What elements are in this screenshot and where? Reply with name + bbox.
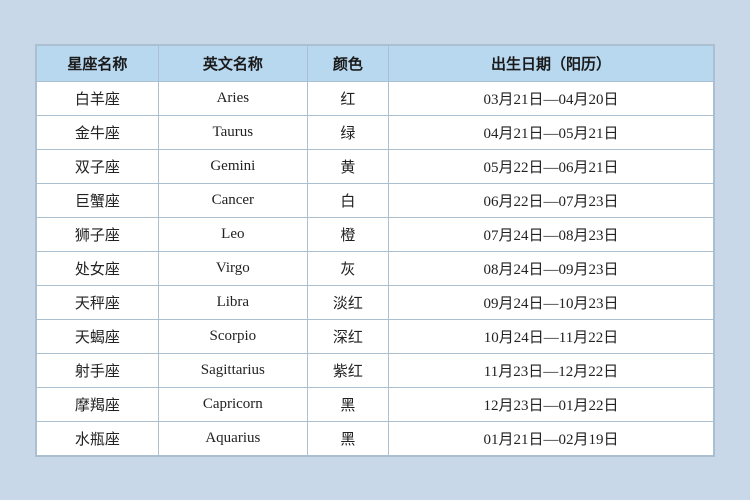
cell-en: Scorpio — [158, 319, 307, 353]
cell-date: 04月21日—05月21日 — [389, 115, 714, 149]
cell-zh: 金牛座 — [37, 115, 159, 149]
cell-zh: 天蝎座 — [37, 319, 159, 353]
table-row: 双子座Gemini黄05月22日—06月21日 — [37, 149, 714, 183]
cell-zh: 狮子座 — [37, 217, 159, 251]
cell-color: 黄 — [307, 149, 388, 183]
cell-date: 05月22日—06月21日 — [389, 149, 714, 183]
cell-color: 白 — [307, 183, 388, 217]
cell-date: 09月24日—10月23日 — [389, 285, 714, 319]
cell-en: Leo — [158, 217, 307, 251]
cell-zh: 处女座 — [37, 251, 159, 285]
cell-color: 黑 — [307, 387, 388, 421]
cell-color: 红 — [307, 81, 388, 115]
cell-date: 10月24日—11月22日 — [389, 319, 714, 353]
header-date: 出生日期（阳历） — [389, 45, 714, 81]
cell-zh: 摩羯座 — [37, 387, 159, 421]
cell-color: 深红 — [307, 319, 388, 353]
table-row: 巨蟹座Cancer白06月22日—07月23日 — [37, 183, 714, 217]
cell-zh: 白羊座 — [37, 81, 159, 115]
zodiac-table-container: 星座名称 英文名称 颜色 出生日期（阳历） 白羊座Aries红03月21日—04… — [35, 44, 715, 457]
cell-en: Gemini — [158, 149, 307, 183]
table-row: 水瓶座Aquarius黑01月21日—02月19日 — [37, 421, 714, 455]
cell-date: 12月23日—01月22日 — [389, 387, 714, 421]
cell-date: 11月23日—12月22日 — [389, 353, 714, 387]
cell-date: 07月24日—08月23日 — [389, 217, 714, 251]
header-en: 英文名称 — [158, 45, 307, 81]
table-row: 金牛座Taurus绿04月21日—05月21日 — [37, 115, 714, 149]
cell-en: Sagittarius — [158, 353, 307, 387]
cell-color: 紫红 — [307, 353, 388, 387]
header-color: 颜色 — [307, 45, 388, 81]
zodiac-table: 星座名称 英文名称 颜色 出生日期（阳历） 白羊座Aries红03月21日—04… — [36, 45, 714, 456]
cell-zh: 水瓶座 — [37, 421, 159, 455]
cell-date: 01月21日—02月19日 — [389, 421, 714, 455]
table-row: 白羊座Aries红03月21日—04月20日 — [37, 81, 714, 115]
table-row: 天秤座Libra淡红09月24日—10月23日 — [37, 285, 714, 319]
cell-zh: 天秤座 — [37, 285, 159, 319]
cell-en: Aries — [158, 81, 307, 115]
cell-en: Libra — [158, 285, 307, 319]
header-zh: 星座名称 — [37, 45, 159, 81]
cell-color: 橙 — [307, 217, 388, 251]
cell-zh: 双子座 — [37, 149, 159, 183]
table-row: 处女座Virgo灰08月24日—09月23日 — [37, 251, 714, 285]
table-header-row: 星座名称 英文名称 颜色 出生日期（阳历） — [37, 45, 714, 81]
cell-date: 08月24日—09月23日 — [389, 251, 714, 285]
table-row: 天蝎座Scorpio深红10月24日—11月22日 — [37, 319, 714, 353]
table-row: 狮子座Leo橙07月24日—08月23日 — [37, 217, 714, 251]
cell-en: Capricorn — [158, 387, 307, 421]
cell-en: Aquarius — [158, 421, 307, 455]
cell-en: Taurus — [158, 115, 307, 149]
cell-zh: 巨蟹座 — [37, 183, 159, 217]
cell-color: 灰 — [307, 251, 388, 285]
cell-color: 绿 — [307, 115, 388, 149]
cell-en: Virgo — [158, 251, 307, 285]
cell-en: Cancer — [158, 183, 307, 217]
table-row: 射手座Sagittarius紫红11月23日—12月22日 — [37, 353, 714, 387]
table-row: 摩羯座Capricorn黑12月23日—01月22日 — [37, 387, 714, 421]
cell-date: 06月22日—07月23日 — [389, 183, 714, 217]
cell-date: 03月21日—04月20日 — [389, 81, 714, 115]
cell-color: 黑 — [307, 421, 388, 455]
cell-color: 淡红 — [307, 285, 388, 319]
cell-zh: 射手座 — [37, 353, 159, 387]
